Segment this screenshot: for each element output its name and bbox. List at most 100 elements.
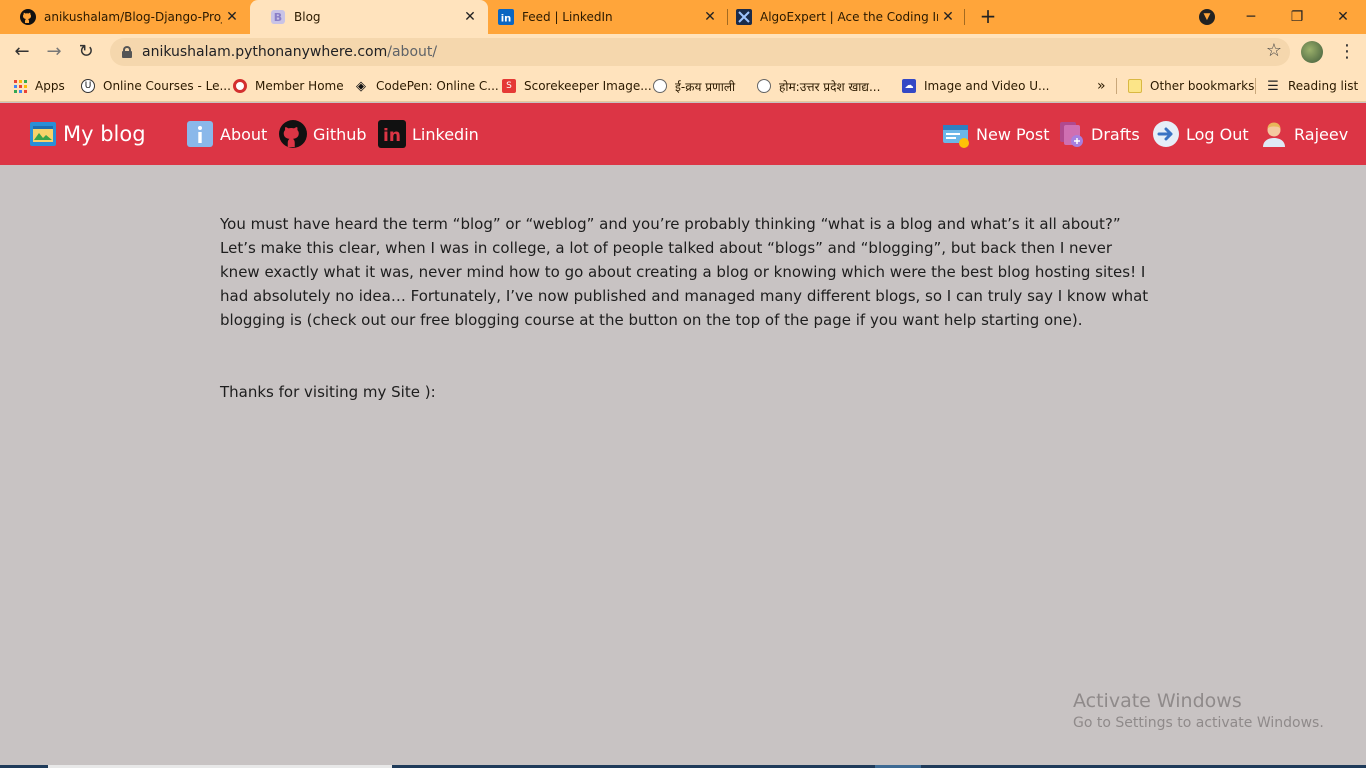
linkedin-icon: in (378, 120, 406, 148)
nav-label: Drafts (1091, 124, 1140, 144)
github-icon (20, 9, 36, 25)
apps-grid-icon (14, 79, 27, 93)
brand-label: My blog (63, 122, 146, 146)
navbar-brand[interactable]: My blog (29, 103, 146, 165)
more-bookmarks-chevron-icon[interactable]: » (1097, 76, 1106, 96)
algoexpert-icon (736, 9, 752, 25)
nav-label: Rajeev (1294, 124, 1349, 144)
tab-title: anikushalam/Blog-Django-Projec (44, 10, 222, 24)
blog-logo-icon (29, 120, 57, 148)
tab-blog[interactable]: B Blog ✕ (250, 0, 488, 34)
nav-label: Github (313, 124, 367, 144)
bookmark-separator (1255, 78, 1256, 94)
tab-close-icon[interactable]: ✕ (460, 9, 480, 25)
profile-avatar[interactable] (1301, 41, 1323, 63)
bookmark-label: Online Courses - Le... (103, 79, 231, 93)
nav-label: Log Out (1186, 124, 1249, 144)
bookmark-image-video-upload[interactable]: ☁ Image and Video U... (902, 76, 1049, 96)
bookmark-label: Member Home (255, 79, 344, 93)
nav-drafts[interactable]: Drafts (1057, 103, 1140, 165)
tab-close-icon[interactable]: ✕ (938, 9, 958, 25)
cloud-upload-icon: ☁ (902, 79, 916, 93)
nav-label: About (220, 124, 268, 144)
thanks-text: Thanks for visiting my Site ): (220, 383, 436, 401)
reading-list[interactable]: ☰ Reading list (1266, 76, 1358, 96)
reading-list-icon: ☰ (1267, 78, 1279, 94)
bookmark-apps[interactable]: Apps (14, 76, 65, 96)
tab-search-icon[interactable]: ▼ (1199, 9, 1215, 25)
bootstrap-icon: B (270, 9, 286, 25)
bookmark-other[interactable]: Other bookmarks (1128, 76, 1254, 96)
watermark-title: Activate Windows (1073, 690, 1242, 712)
nav-logout[interactable]: Log Out (1152, 103, 1249, 165)
back-arrow-icon[interactable]: ← (10, 40, 34, 64)
tab-algoexpert[interactable]: AlgoExpert | Ace the Coding Inte ✕ (716, 0, 966, 34)
folder-icon (1128, 79, 1142, 93)
new-post-icon (942, 120, 970, 148)
bookmark-scorekeeper[interactable]: S Scorekeeper Image... (502, 76, 652, 96)
nav-about[interactable]: About (186, 103, 267, 165)
site-navbar: My blog About Github in Linkedin New Pos… (0, 103, 1366, 165)
browser-menu-icon[interactable]: ⋮ (1338, 40, 1356, 64)
tab-title: Feed | LinkedIn (522, 10, 613, 24)
bookmark-online-courses[interactable]: U Online Courses - Le... (81, 76, 231, 96)
drafts-icon (1057, 120, 1085, 148)
bookmarks-bar: Apps U Online Courses - Le... Member Hom… (0, 70, 1366, 102)
bookmark-label: Scorekeeper Image... (524, 79, 652, 93)
nav-linkedin[interactable]: in Linkedin (378, 103, 479, 165)
up-emblem-icon (757, 79, 771, 93)
tab-github[interactable]: anikushalam/Blog-Django-Projec ✕ (0, 0, 250, 34)
about-paragraph: You must have heard the term “blog” or “… (220, 215, 1149, 329)
bookmark-label: Image and Video U... (924, 79, 1050, 93)
tab-linkedin[interactable]: in Feed | LinkedIn ✕ (478, 0, 728, 34)
github-icon (279, 120, 307, 148)
nav-label: New Post (976, 124, 1050, 144)
bookmark-label: CodePen: Online C... (376, 79, 499, 93)
reload-icon[interactable]: ↻ (74, 40, 98, 64)
bookmark-e-kray[interactable]: ई-क्रय प्रणाली (653, 76, 735, 96)
tab-close-icon[interactable]: ✕ (222, 9, 242, 25)
restore-button[interactable]: ❐ (1274, 0, 1320, 34)
bookmark-codepen[interactable]: ◈ CodePen: Online C... (354, 76, 499, 96)
logout-arrow-icon (1152, 120, 1180, 148)
close-window-button[interactable]: ✕ (1320, 0, 1366, 34)
svg-text:in: in (383, 126, 401, 146)
nav-new-post[interactable]: New Post (942, 103, 1049, 165)
nav-label: Linkedin (412, 124, 479, 144)
tab-title: Blog (294, 10, 321, 24)
up-emblem-icon (653, 79, 667, 93)
codepen-icon: ◈ (356, 78, 366, 94)
bookmark-label: होम:उत्तर प्रदेश खाद्य... (779, 79, 881, 94)
tab-separator (964, 9, 965, 25)
reading-list-label: Reading list (1288, 79, 1359, 93)
new-tab-button[interactable]: + (976, 4, 1000, 28)
bookmark-label: ई-क्रय प्रणाली (675, 79, 736, 94)
member-home-icon (233, 79, 247, 93)
svg-text:B: B (274, 11, 282, 24)
nav-user[interactable]: Rajeev (1260, 103, 1348, 165)
scorekeeper-icon: S (502, 79, 516, 93)
address-bar[interactable]: anikushalam.pythonanywhere.com/about/ ☆ (110, 38, 1290, 66)
info-icon (186, 120, 214, 148)
bookmark-up-food[interactable]: होम:उत्तर प्रदेश खाद्य... (757, 76, 880, 96)
nav-github[interactable]: Github (279, 103, 367, 165)
bookmark-star-icon[interactable]: ☆ (1266, 40, 1282, 61)
minimize-button[interactable]: ─ (1228, 0, 1274, 34)
udemy-icon: U (81, 79, 95, 93)
url-host: anikushalam.pythonanywhere.com (142, 44, 388, 60)
tab-strip: anikushalam/Blog-Django-Projec ✕ B Blog … (0, 0, 1366, 34)
window-controls: ─ ❐ ✕ (1228, 0, 1366, 34)
browser-toolbar: ← → ↻ anikushalam.pythonanywhere.com/abo… (0, 34, 1366, 70)
lock-icon[interactable] (122, 46, 132, 58)
tab-title: AlgoExpert | Ace the Coding Inte (760, 10, 938, 24)
bookmark-label: Other bookmarks (1150, 79, 1255, 93)
forward-arrow-icon[interactable]: → (42, 40, 66, 64)
bookmark-member-home[interactable]: Member Home (233, 76, 344, 96)
svg-text:in: in (501, 14, 512, 25)
bookmark-label: Apps (35, 79, 65, 93)
activate-windows-watermark: Activate Windows Go to Settings to activ… (1073, 689, 1324, 733)
linkedin-icon: in (498, 9, 514, 25)
watermark-subtitle: Go to Settings to activate Windows. (1073, 715, 1324, 731)
bookmark-separator (1116, 78, 1117, 94)
about-content: You must have heard the term “blog” or “… (220, 212, 1150, 404)
